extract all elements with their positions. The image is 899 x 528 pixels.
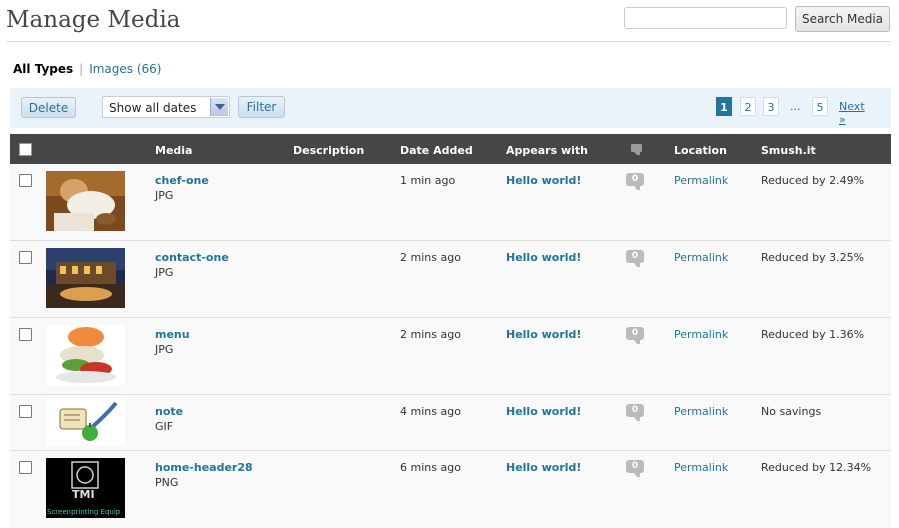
thumbnail-logo-text: TMI bbox=[72, 488, 95, 501]
date-added: 2 mins ago bbox=[400, 328, 461, 341]
smush-result: Reduced by 1.36% bbox=[761, 328, 865, 341]
row-checkbox[interactable] bbox=[19, 174, 32, 187]
select-all-checkbox[interactable] bbox=[19, 143, 32, 156]
filter-separator: | bbox=[79, 62, 84, 76]
table-nav-bar: Delete Show all dates Filter 1 2 3 ... 5… bbox=[10, 88, 891, 128]
food-dish-photo-thumbnail[interactable] bbox=[46, 325, 125, 385]
filter-all-types[interactable]: All Types bbox=[13, 62, 73, 76]
search-media-button[interactable]: Search Media bbox=[795, 6, 890, 32]
permalink-link[interactable]: Permalink bbox=[674, 405, 728, 418]
media-type: JPG bbox=[155, 343, 174, 356]
table-row: contact-one JPG 2 mins ago Hello world! … bbox=[10, 241, 891, 318]
date-added: 2 mins ago bbox=[400, 251, 461, 264]
comment-count-bubble[interactable]: 0 bbox=[626, 404, 644, 421]
chevron-down-icon[interactable] bbox=[210, 98, 228, 116]
thumbnail-caption: Screenprinting Equip bbox=[47, 508, 121, 516]
page-1[interactable]: 1 bbox=[716, 97, 732, 116]
row-checkbox[interactable] bbox=[19, 461, 32, 474]
col-smush: Smush.it bbox=[761, 144, 816, 157]
media-type: JPG bbox=[155, 189, 174, 202]
search-input[interactable] bbox=[624, 7, 787, 29]
permalink-link[interactable]: Permalink bbox=[674, 328, 728, 341]
smush-result: Reduced by 3.25% bbox=[761, 251, 865, 264]
media-type: JPG bbox=[155, 266, 174, 279]
media-title-link[interactable]: menu bbox=[155, 328, 190, 341]
comment-count-bubble[interactable]: 0 bbox=[626, 460, 644, 477]
smush-result: Reduced by 12.34% bbox=[761, 461, 872, 474]
date-added: 6 mins ago bbox=[400, 461, 461, 474]
scroll-quill-apple-thumbnail[interactable] bbox=[46, 399, 125, 445]
smush-result: Reduced by 2.49% bbox=[761, 174, 865, 187]
filter-button[interactable]: Filter bbox=[238, 96, 285, 118]
appears-with-link[interactable]: Hello world! bbox=[506, 405, 581, 418]
page-2[interactable]: 2 bbox=[740, 97, 756, 116]
appears-with-link[interactable]: Hello world! bbox=[506, 461, 581, 474]
next-page-link[interactable]: Next » bbox=[839, 100, 865, 126]
header-divider bbox=[6, 41, 891, 42]
appears-with-link[interactable]: Hello world! bbox=[506, 174, 581, 187]
media-title-link[interactable]: note bbox=[155, 405, 183, 418]
table-row: menu JPG 2 mins ago Hello world! 0 Perma… bbox=[10, 318, 891, 395]
row-checkbox[interactable] bbox=[19, 328, 32, 341]
media-type: GIF bbox=[155, 420, 174, 433]
appears-with-link[interactable]: Hello world! bbox=[506, 251, 581, 264]
comment-bubble-icon bbox=[631, 144, 642, 155]
dates-select[interactable]: Show all dates bbox=[102, 96, 230, 118]
col-description: Description bbox=[293, 144, 365, 157]
comment-count-bubble[interactable]: 0 bbox=[626, 250, 644, 267]
permalink-link[interactable]: Permalink bbox=[674, 251, 728, 264]
col-location: Location bbox=[674, 144, 727, 157]
tmi-logo-thumbnail[interactable]: TMI Screenprinting Equip bbox=[46, 458, 125, 518]
page-title: Manage Media bbox=[6, 7, 181, 33]
media-title-link[interactable]: contact-one bbox=[155, 251, 229, 264]
row-checkbox[interactable] bbox=[19, 405, 32, 418]
page-3[interactable]: 3 bbox=[763, 97, 779, 116]
filter-images[interactable]: Images (66) bbox=[89, 62, 161, 76]
col-date-added: Date Added bbox=[400, 144, 473, 157]
smush-result: No savings bbox=[761, 405, 822, 418]
table-row: note GIF 4 mins ago Hello world! 0 Perma… bbox=[10, 395, 891, 451]
restaurant-night-photo-thumbnail[interactable] bbox=[46, 248, 125, 308]
media-title-link[interactable]: home-header28 bbox=[155, 461, 253, 474]
appears-with-link[interactable]: Hello world! bbox=[506, 328, 581, 341]
table-row: TMI Screenprinting Equip home-header28 P… bbox=[10, 451, 891, 528]
page-ellipsis: ... bbox=[790, 100, 801, 113]
type-filter-links: All Types | Images (66) bbox=[13, 62, 161, 76]
row-checkbox[interactable] bbox=[19, 251, 32, 264]
media-type: PNG bbox=[155, 476, 179, 489]
comment-count-bubble[interactable]: 0 bbox=[626, 173, 644, 190]
permalink-link[interactable]: Permalink bbox=[674, 461, 728, 474]
date-added: 1 min ago bbox=[400, 174, 456, 187]
comment-count-bubble[interactable]: 0 bbox=[626, 327, 644, 344]
page-5[interactable]: 5 bbox=[812, 97, 828, 116]
dates-select-value: Show all dates bbox=[109, 101, 197, 115]
delete-button[interactable]: Delete bbox=[21, 97, 76, 118]
media-title-link[interactable]: chef-one bbox=[155, 174, 209, 187]
permalink-link[interactable]: Permalink bbox=[674, 174, 728, 187]
table-row: chef-one JPG 1 min ago Hello world! 0 Pe… bbox=[10, 164, 891, 241]
date-added: 4 mins ago bbox=[400, 405, 461, 418]
table-header: Media Description Date Added Appears wit… bbox=[10, 134, 891, 164]
col-appears-with: Appears with bbox=[506, 144, 588, 157]
chef-photo-thumbnail[interactable] bbox=[46, 171, 125, 231]
col-media: Media bbox=[155, 144, 193, 157]
